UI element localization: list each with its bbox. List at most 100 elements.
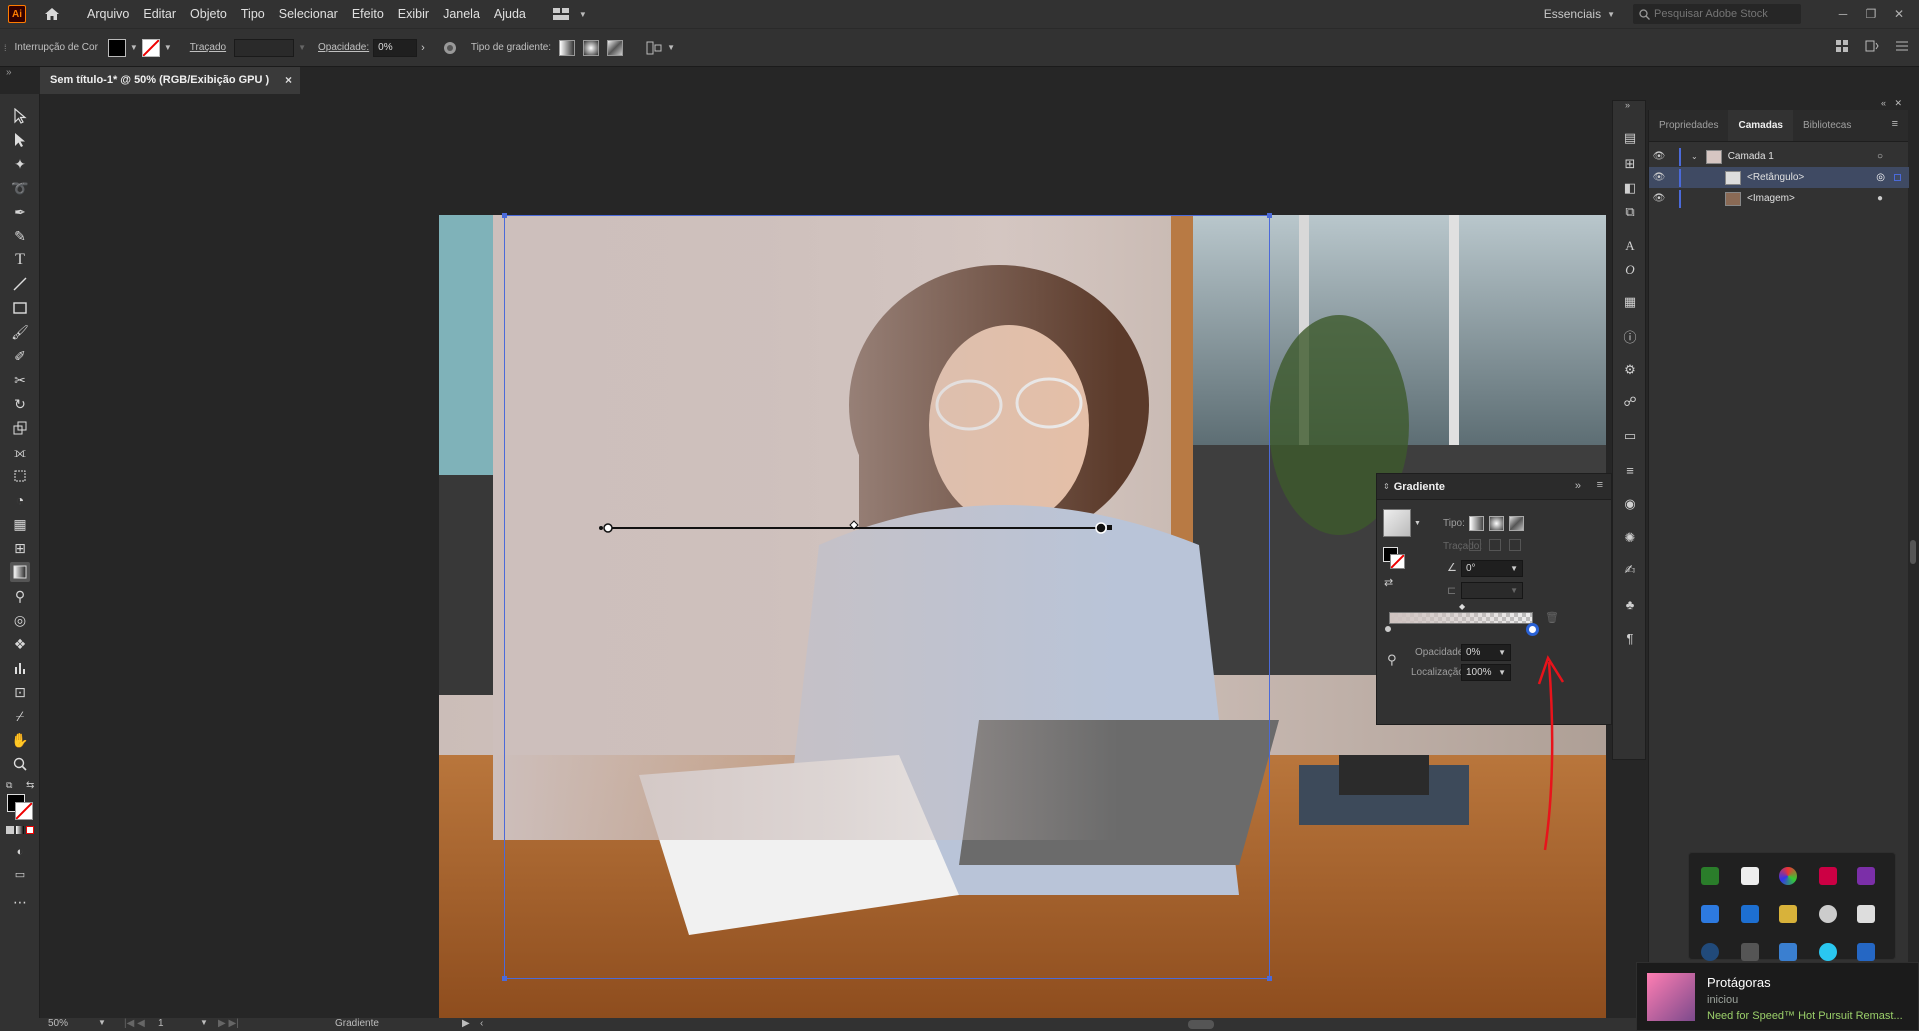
perspective-grid-tool-icon[interactable]: ▦ <box>10 514 30 534</box>
transform-icon[interactable] <box>1865 39 1879 53</box>
type-tool-icon[interactable]: T <box>10 250 30 270</box>
lasso-tool-icon[interactable]: ➰ <box>10 178 30 198</box>
midpoint-diamond-icon[interactable]: ◆ <box>1459 602 1465 611</box>
swap-colors-icon[interactable]: ⇆ <box>26 780 34 791</box>
menu-ajuda[interactable]: Ajuda <box>487 0 533 28</box>
close-icon[interactable]: × <box>285 67 292 94</box>
tray-app-icon[interactable] <box>1701 905 1719 923</box>
links-icon[interactable]: ⧉ <box>1621 203 1639 221</box>
onenote-icon[interactable] <box>1857 867 1875 885</box>
tray-app-icon[interactable] <box>1701 943 1719 961</box>
chevron-down-icon[interactable]: ▼ <box>298 43 306 52</box>
tab-libraries[interactable]: Bibliotecas <box>1793 110 1861 141</box>
close-icon[interactable]: ✕ <box>1894 98 1902 109</box>
gradient-mode-icon[interactable] <box>16 826 24 834</box>
gradient-panel-header[interactable]: ⇕ Gradiente » ≡ <box>1377 474 1611 500</box>
settings-icon[interactable]: ⚙ <box>1621 361 1639 379</box>
stroke-label[interactable]: Traçado <box>190 42 226 53</box>
menu-efeito[interactable]: Efeito <box>345 0 391 28</box>
tab-properties[interactable]: Propriedades <box>1649 110 1728 141</box>
trash-icon[interactable]: 🗑 <box>1545 611 1559 624</box>
free-transform-tool-icon[interactable] <box>10 466 30 486</box>
hand-tool-icon[interactable]: ✋ <box>10 730 30 750</box>
tray-app-icon[interactable] <box>1819 867 1837 885</box>
chevron-down-icon[interactable]: ▼ <box>1498 665 1506 680</box>
stroke-across-button[interactable] <box>1509 539 1521 551</box>
brushes-icon[interactable]: ✍ <box>1621 561 1639 579</box>
paragraph-icon[interactable]: ¶ <box>1621 629 1639 647</box>
color-app-icon[interactable] <box>1779 867 1797 885</box>
nvidia-icon[interactable] <box>1701 867 1719 885</box>
eyedropper-tool-icon[interactable]: ⚲ <box>10 586 30 606</box>
chevron-down-icon[interactable]: ▼ <box>200 1018 208 1027</box>
menu-janela[interactable]: Janela <box>436 0 487 28</box>
menu-arquivo[interactable]: Arquivo <box>80 0 136 28</box>
workspace-switcher[interactable]: Essenciais <box>1544 7 1601 21</box>
tray-app-icon[interactable] <box>1741 943 1759 961</box>
tray-app-icon[interactable] <box>1819 905 1837 923</box>
layers-icon[interactable]: ◧ <box>1621 179 1639 197</box>
line-tool-icon[interactable] <box>10 274 30 294</box>
chevron-left-icon[interactable]: ‹ <box>480 1018 483 1029</box>
reverse-gradient-icon[interactable]: ⇄ <box>1384 576 1393 589</box>
target-icon[interactable]: ● <box>1877 193 1883 204</box>
color-stop-left[interactable] <box>1383 624 1393 634</box>
tray-app-icon[interactable] <box>1741 867 1759 885</box>
tray-app-icon[interactable] <box>1857 943 1875 961</box>
scissors-tool-icon[interactable]: ✂ <box>10 370 30 390</box>
menu-tipo[interactable]: Tipo <box>234 0 272 28</box>
menu-exibir[interactable]: Exibir <box>391 0 436 28</box>
opacity-field[interactable]: 0% <box>373 38 418 57</box>
opacity-label[interactable]: Opacidade: <box>318 42 369 53</box>
layer-row[interactable]: 👁 ⌄ Camada 1 ○ <box>1649 146 1909 167</box>
home-icon[interactable] <box>42 4 62 24</box>
expand-dock-icon[interactable]: » <box>1625 100 1630 110</box>
expand-toolbar-icon[interactable]: » <box>6 67 12 78</box>
chevron-down-icon[interactable]: ▼ <box>1510 561 1518 576</box>
radial-gradient-button[interactable] <box>583 39 600 56</box>
pen-tool-icon[interactable]: ✒ <box>10 202 30 222</box>
chevron-down-icon[interactable]: ⌄ <box>1691 152 1698 161</box>
canvas[interactable] <box>40 94 1606 1018</box>
stop-location-field[interactable]: 100% ▼ <box>1461 664 1511 681</box>
symbols-icon[interactable]: ♣ <box>1621 595 1639 613</box>
shaper-tool-icon[interactable]: ✐ <box>10 346 30 366</box>
slice-tool-icon[interactable]: ⌿ <box>10 706 30 726</box>
linear-gradient-button[interactable] <box>559 39 576 56</box>
layer-name[interactable]: Camada 1 <box>1728 151 1774 162</box>
collapse-panel-icon[interactable]: » <box>1575 480 1581 492</box>
info-icon[interactable]: ⓘ <box>1621 327 1639 345</box>
layer-row[interactable]: 👁 <Imagem> ● <box>1649 188 1909 209</box>
zoom-tool-icon[interactable] <box>10 754 30 774</box>
visibility-eye-icon[interactable]: 👁 <box>1649 193 1669 204</box>
draw-mode-icon[interactable]: ◐ <box>10 842 30 862</box>
page-nav-icon[interactable]: |◀ ◀ <box>124 1018 145 1029</box>
arrange-icon[interactable] <box>1835 39 1849 53</box>
default-colors-icon[interactable]: ⧉ <box>6 780 12 791</box>
vertical-scrollbar-thumb[interactable] <box>1910 540 1916 564</box>
chevron-down-icon[interactable]: ▼ <box>130 43 138 52</box>
stroke-along-button[interactable] <box>1489 539 1501 551</box>
curvature-tool-icon[interactable]: ✎ <box>10 226 30 246</box>
gradient-tool-icon[interactable] <box>10 562 30 582</box>
stock-search-input[interactable] <box>1654 8 1794 20</box>
steam-notification[interactable]: Protágoras iniciou Need for Speed™ Hot P… <box>1636 962 1919 1031</box>
chevron-right-icon[interactable]: ▶ <box>462 1018 470 1029</box>
visibility-eye-icon[interactable]: 👁 <box>1649 151 1669 162</box>
none-mode-icon[interactable] <box>26 826 34 834</box>
stop-opacity-field[interactable]: 0% ▼ <box>1461 644 1511 661</box>
page-number[interactable]: 1 <box>158 1018 164 1029</box>
menu-selecionar[interactable]: Selecionar <box>272 0 345 28</box>
color-mode-icon[interactable] <box>6 826 14 834</box>
layer-name[interactable]: <Imagem> <box>1747 193 1795 204</box>
chevron-down-icon[interactable]: ▼ <box>667 43 675 52</box>
gradient-preview-swatch[interactable] <box>1383 509 1411 537</box>
blend-tool-icon[interactable]: ◎ <box>10 610 30 630</box>
layer-name[interactable]: <Retângulo> <box>1747 172 1804 183</box>
stroke-weight-field[interactable] <box>234 38 295 57</box>
mesh-tool-icon[interactable]: ⊞ <box>10 538 30 558</box>
tray-app-icon[interactable] <box>1779 943 1797 961</box>
panel-menu-icon[interactable]: ≡ <box>1597 479 1603 491</box>
layer-row[interactable]: 👁 <Retângulo> ◎ <box>1649 167 1909 188</box>
color-stop-right[interactable] <box>1526 623 1539 636</box>
